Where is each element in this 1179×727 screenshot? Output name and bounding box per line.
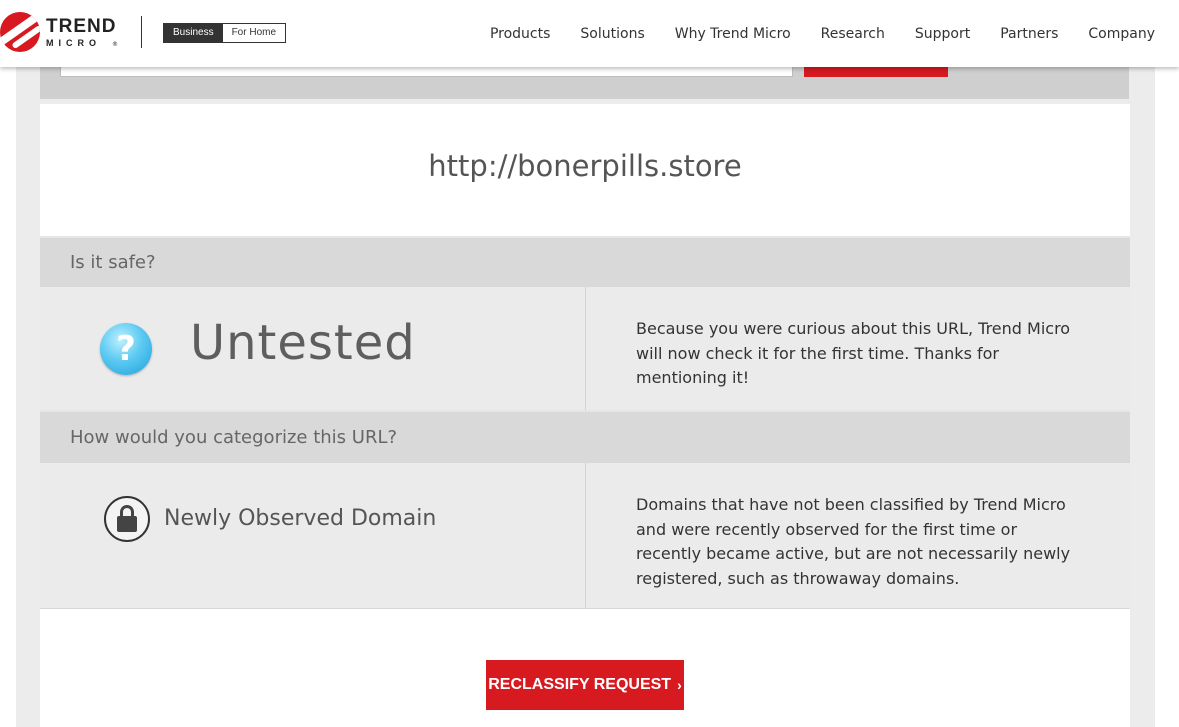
- page-margin-right: [1155, 0, 1179, 727]
- reclassify-request-button[interactable]: RECLASSIFY REQUEST ›: [486, 660, 684, 710]
- category-name: Newly Observed Domain: [164, 506, 437, 531]
- question-icon: ?: [100, 323, 152, 375]
- header-divider: [141, 16, 142, 48]
- safety-status: Untested: [190, 315, 416, 371]
- nav-why-trend-micro[interactable]: Why Trend Micro: [675, 26, 791, 42]
- nav-company[interactable]: Company: [1088, 26, 1155, 42]
- trend-micro-logo[interactable]: TREND MICRO ®: [0, 10, 130, 54]
- safety-heading-bar: Is it safe?: [40, 236, 1130, 286]
- category-heading: How would you categorize this URL?: [70, 426, 398, 448]
- logo-mark-icon: [0, 12, 40, 52]
- nav-research[interactable]: Research: [821, 26, 885, 42]
- category-heading-bar: How would you categorize this URL?: [40, 410, 1130, 462]
- reclassify-label: RECLASSIFY REQUEST: [488, 676, 672, 693]
- page-margin-left: [0, 0, 16, 727]
- safety-heading: Is it safe?: [70, 251, 156, 273]
- nav-partners[interactable]: Partners: [1000, 26, 1058, 42]
- site-header: TREND MICRO ® Business For Home Products…: [0, 0, 1179, 67]
- category-row: Newly Observed Domain Domains that have …: [40, 462, 1130, 609]
- checked-url: http://bonerpills.store: [428, 149, 742, 183]
- safety-row: ? Untested Because you were curious abou…: [40, 286, 1130, 410]
- for-home-tab[interactable]: For Home: [222, 24, 286, 42]
- result-card: http://bonerpills.store Is it safe? ? Un…: [40, 104, 1130, 727]
- column-divider: [585, 287, 586, 410]
- chevron-right-icon: ›: [677, 677, 682, 693]
- main-nav: Products Solutions Why Trend Micro Resea…: [490, 0, 1155, 67]
- lock-icon: [104, 496, 150, 542]
- business-tab[interactable]: Business: [164, 24, 223, 42]
- nav-solutions[interactable]: Solutions: [580, 26, 644, 42]
- nav-products[interactable]: Products: [490, 26, 550, 42]
- safety-description: Because you were curious about this URL,…: [636, 319, 1071, 387]
- logo-trademark: ®: [112, 41, 118, 48]
- logo-word-trend: TREND: [46, 16, 117, 37]
- audience-switch: Business For Home: [163, 23, 287, 43]
- nav-support[interactable]: Support: [915, 26, 970, 42]
- category-description: Domains that have not been classified by…: [636, 495, 1071, 588]
- column-divider: [585, 463, 586, 608]
- logo-word-micro: MICRO: [46, 38, 101, 48]
